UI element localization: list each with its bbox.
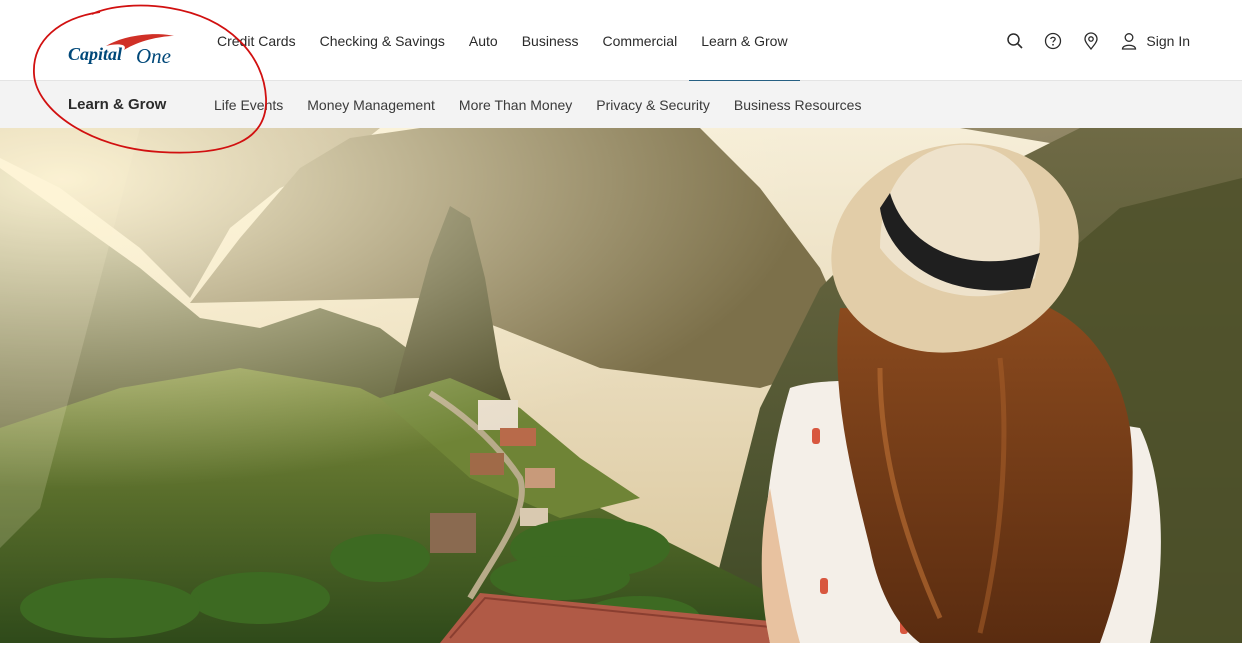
subnav-privacy-security[interactable]: Privacy & Security [584, 97, 722, 113]
nav-auto[interactable]: Auto [457, 0, 510, 81]
help-icon[interactable] [1043, 31, 1063, 51]
nav-checking-savings[interactable]: Checking & Savings [308, 0, 457, 81]
nav-learn-grow[interactable]: Learn & Grow [689, 0, 800, 82]
logo-text-capital: Capital [68, 44, 122, 64]
utility-nav: Sign In [1005, 0, 1190, 81]
subnav-life-events[interactable]: Life Events [202, 97, 295, 113]
logo-text-one: One [136, 44, 171, 68]
hero-image [0, 128, 1242, 643]
capital-one-logo[interactable]: Capital One [66, 30, 180, 70]
sub-nav-links: Life Events Money Management More Than M… [202, 81, 873, 128]
subnav-more-than-money[interactable]: More Than Money [447, 97, 584, 113]
user-icon [1119, 31, 1139, 51]
section-title[interactable]: Learn & Grow [68, 81, 166, 128]
subnav-money-management[interactable]: Money Management [295, 97, 447, 113]
top-navigation: Capital One Credit Cards Checking & Savi… [0, 0, 1242, 82]
subnav-business-resources[interactable]: Business Resources [722, 97, 874, 113]
sub-navigation: Learn & Grow Life Events Money Managemen… [0, 81, 1242, 128]
search-icon[interactable] [1005, 31, 1025, 51]
sign-in-button[interactable]: Sign In [1119, 31, 1190, 51]
main-nav-links: Credit Cards Checking & Savings Auto Bus… [205, 0, 800, 82]
nav-credit-cards[interactable]: Credit Cards [205, 0, 308, 81]
nav-commercial[interactable]: Commercial [591, 0, 690, 81]
nav-business[interactable]: Business [510, 0, 591, 81]
location-pin-icon[interactable] [1081, 31, 1101, 51]
sign-in-label: Sign In [1146, 32, 1190, 49]
